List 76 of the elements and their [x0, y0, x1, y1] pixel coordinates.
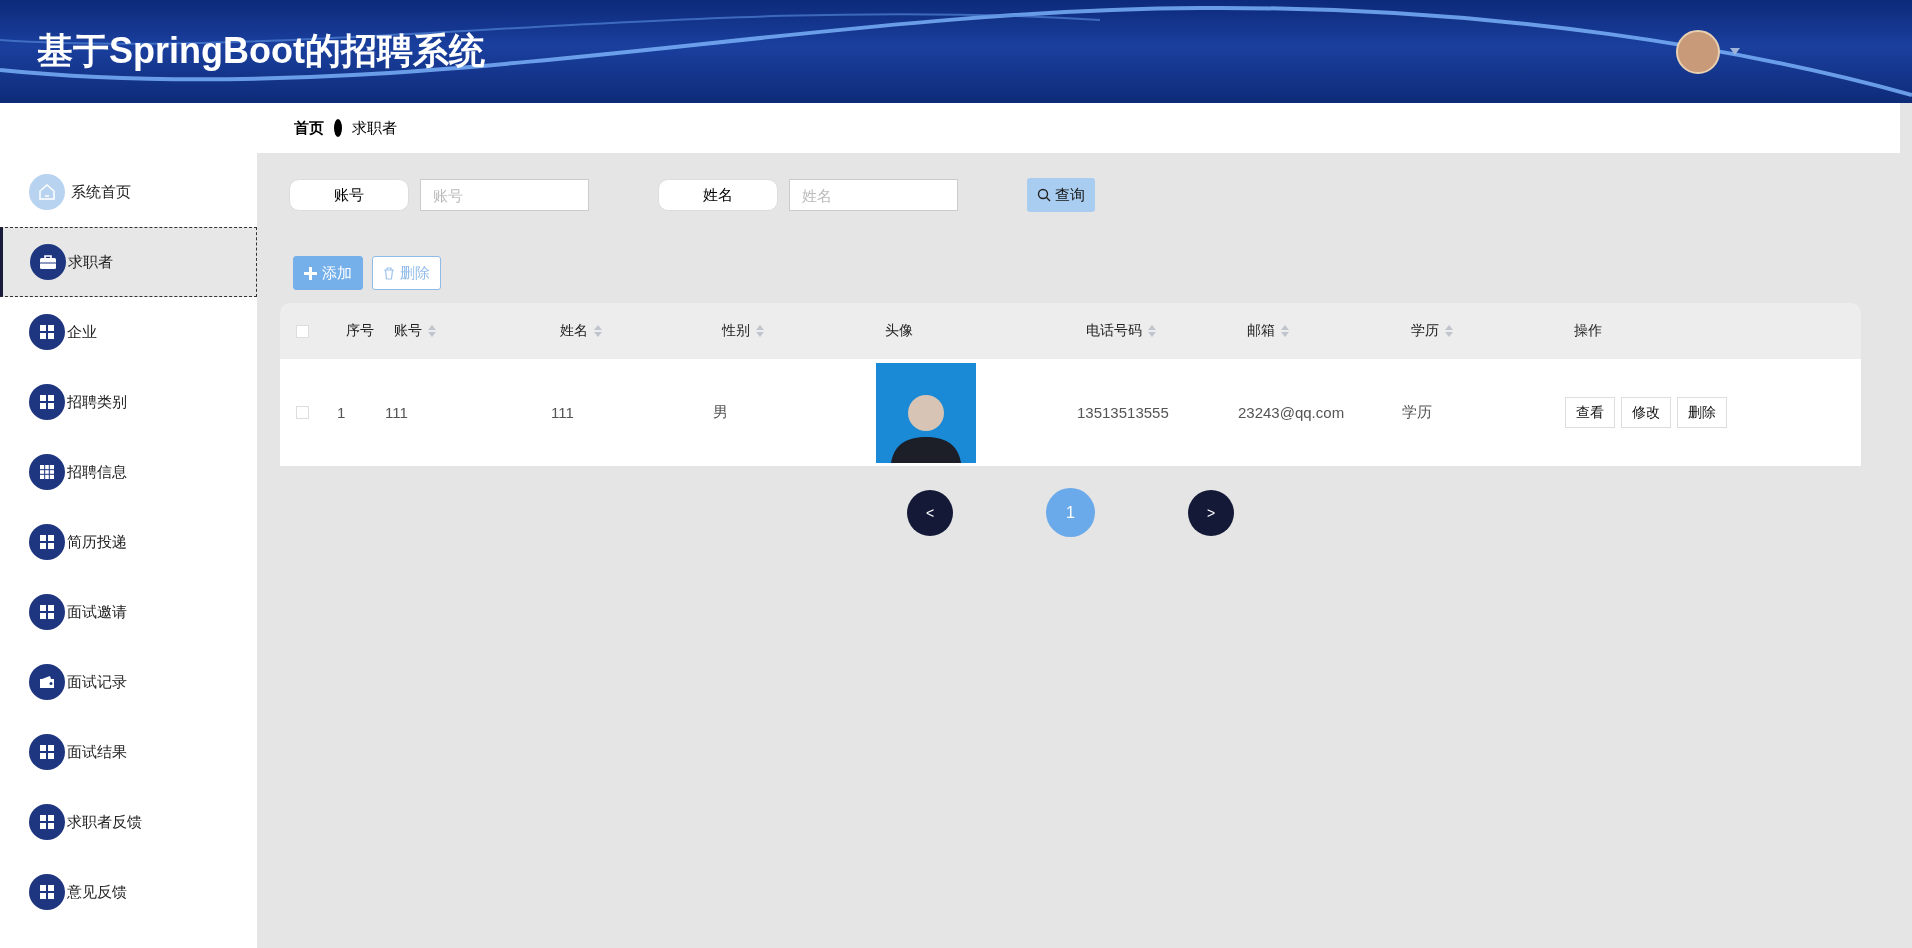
- separator-icon: [334, 119, 342, 137]
- column-header[interactable]: 电话号码: [1086, 322, 1142, 340]
- user-avatar[interactable]: [1676, 29, 1720, 74]
- search-button[interactable]: 查询: [1027, 178, 1095, 212]
- column-header: 序号: [346, 322, 374, 340]
- column-header[interactable]: 学历: [1411, 322, 1439, 340]
- caret-icon[interactable]: [1730, 48, 1740, 55]
- search-icon: [1037, 188, 1051, 202]
- column-header[interactable]: 账号: [394, 322, 422, 340]
- column-header: 头像: [885, 322, 913, 340]
- sort-icon[interactable]: [428, 325, 436, 337]
- sidebar-item[interactable]: 招聘类别: [0, 367, 257, 437]
- sidebar-label: 招聘类别: [67, 392, 127, 412]
- table-cell-text: 111: [551, 404, 575, 421]
- grid-icon: [29, 734, 65, 770]
- row-action-button[interactable]: 查看: [1565, 397, 1615, 428]
- search-field[interactable]: 姓名: [789, 179, 958, 211]
- previous-page-button[interactable]: <: [907, 489, 953, 536]
- sort-icon[interactable]: [756, 325, 764, 337]
- plus-icon: [304, 266, 317, 280]
- sort-icon[interactable]: [1148, 325, 1156, 337]
- table-cell-text: 13513513555: [1077, 404, 1170, 421]
- sidebar-label: 意见反馈: [67, 882, 127, 902]
- sidebar-item[interactable]: 面试结果: [0, 717, 257, 787]
- next-page-button[interactable]: >: [1188, 489, 1234, 536]
- app-title: 基于SpringBoot的招聘系统: [37, 29, 486, 73]
- grid-icon: [29, 594, 65, 630]
- sidebar-item[interactable]: 面试邀请: [0, 577, 257, 647]
- column-header[interactable]: 邮箱: [1247, 322, 1275, 340]
- column-header: 操作: [1574, 322, 1602, 340]
- table-cell-text: 男: [713, 403, 729, 422]
- home-icon: [29, 174, 65, 210]
- sidebar-label: 招聘信息: [67, 462, 127, 482]
- sidebar-item[interactable]: 求职者: [0, 227, 257, 297]
- row-checkbox[interactable]: [296, 406, 309, 419]
- grid-icon: [29, 524, 65, 560]
- breadcrumb-item: 求职者: [352, 118, 397, 138]
- table-cell-text: 111: [385, 404, 409, 421]
- grid-icon: [29, 314, 65, 350]
- search-field[interactable]: 账号: [420, 179, 589, 211]
- row-action-button[interactable]: 删除: [1677, 397, 1727, 428]
- sidebar-label: 系统首页: [71, 182, 131, 202]
- sidebar-label: 面试邀请: [67, 602, 127, 622]
- grid-icon: [29, 804, 65, 840]
- sort-icon[interactable]: [1281, 325, 1289, 337]
- sidebar-label: 简历投递: [67, 532, 127, 552]
- grid-icon: [29, 384, 65, 420]
- sort-icon[interactable]: [1445, 325, 1453, 337]
- sidebar-label: 求职者反馈: [67, 812, 142, 832]
- field-label: 姓名: [658, 179, 778, 211]
- column-header[interactable]: 姓名: [560, 322, 588, 340]
- table-cell-text: 23243@qq.com: [1238, 404, 1346, 421]
- sidebar-label: 面试记录: [67, 672, 127, 692]
- trash-icon: [383, 266, 395, 280]
- sidebar-item[interactable]: 面试记录: [0, 647, 257, 717]
- sort-icon[interactable]: [594, 325, 602, 337]
- sidebar-item[interactable]: 招聘信息: [0, 437, 257, 507]
- sidebar-label: 企业: [67, 322, 97, 342]
- wallet-icon: [29, 664, 65, 700]
- sidebar-item[interactable]: 意见反馈: [0, 857, 257, 927]
- select-all-checkbox[interactable]: [296, 324, 309, 338]
- sidebar-label: 面试结果: [67, 742, 127, 762]
- table-cell-text: 1: [337, 404, 347, 421]
- briefcase-icon: [30, 244, 66, 280]
- table-icon: [29, 454, 65, 490]
- sidebar-item[interactable]: 系统首页: [0, 157, 257, 227]
- column-header[interactable]: 性别: [722, 322, 750, 340]
- sidebar-label: 求职者: [68, 252, 113, 272]
- grid-icon: [29, 874, 65, 910]
- table-cell-text: 学历: [1402, 403, 1433, 422]
- field-label: 账号: [289, 179, 409, 211]
- row-action-button[interactable]: 修改: [1621, 397, 1671, 428]
- sidebar-item[interactable]: 求职者反馈: [0, 787, 257, 857]
- sidebar-item[interactable]: 企业: [0, 297, 257, 367]
- breadcrumb-item[interactable]: 首页: [294, 118, 324, 138]
- sidebar-item[interactable]: 简历投递: [0, 507, 257, 577]
